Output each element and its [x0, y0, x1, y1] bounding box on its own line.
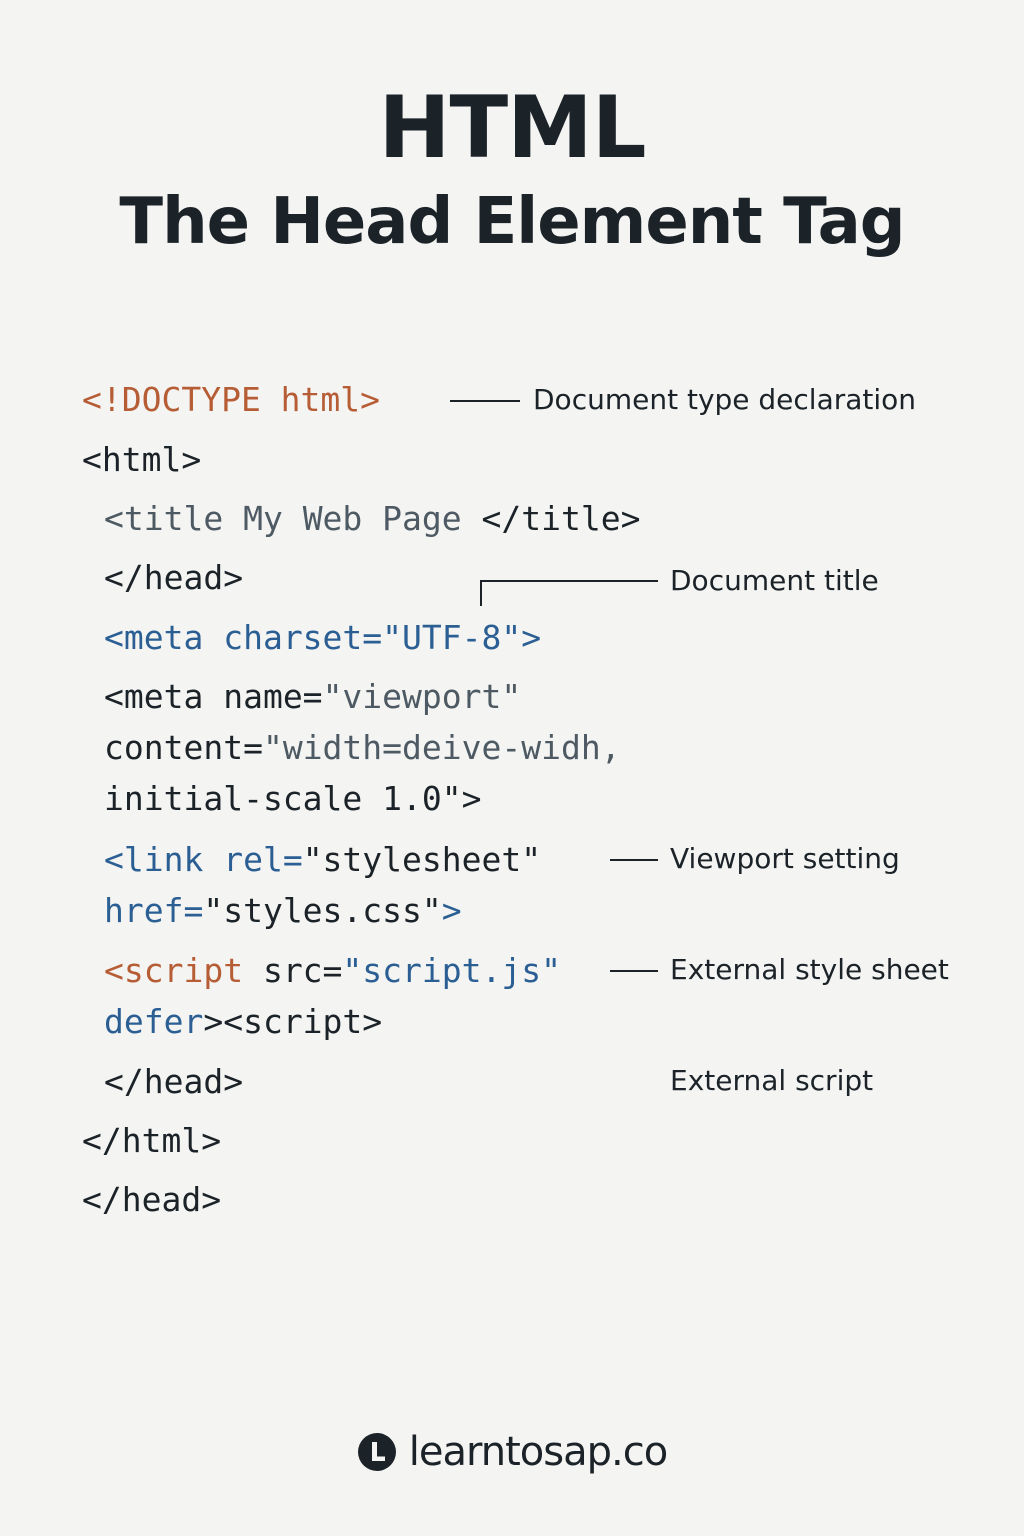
content-value-token: "width=deive-widh,: [262, 728, 621, 767]
footer: learntosap.co: [0, 1424, 1024, 1480]
name-attr-token: name=: [203, 677, 323, 716]
code-line-meta-viewport-2: content="width=deive-widh,: [104, 728, 621, 768]
code-line-head-close-3: </head>: [82, 1180, 221, 1220]
href-attr-token: href=: [104, 891, 204, 930]
content-attr-token: content=: [104, 728, 263, 767]
annotation-script: External script: [670, 1064, 874, 1097]
brand-name[interactable]: learntosap.co: [409, 1424, 668, 1480]
code-line-script-1: <script src="script.js": [104, 951, 561, 991]
code-line-meta-viewport-3: initial-scale 1.0">: [104, 779, 482, 819]
title-text-token: My Web Page: [223, 499, 482, 538]
doctype-token: <!DOCTYPE html>: [82, 380, 381, 419]
annotation-stylesheet: External style sheet: [670, 953, 949, 986]
code-line-link-1: <link rel="stylesheet": [104, 840, 541, 880]
leader-line-title-drop: [480, 580, 482, 606]
leader-line-viewport: [610, 859, 658, 861]
leader-line-stylesheet: [610, 970, 658, 972]
code-line-head-close-1: </head>: [104, 558, 243, 598]
code-line-doctype: <!DOCTYPE html>: [82, 380, 380, 420]
code-line-head-close-2: </head>: [104, 1062, 243, 1102]
meta-tag-token: <meta: [104, 677, 204, 716]
head-close-token: </head>: [104, 1062, 244, 1101]
src-attr-token: src=: [243, 951, 343, 990]
code-line-meta-charset: <meta charset="UTF-8">: [104, 618, 541, 658]
code-line-html-close: </html>: [82, 1121, 221, 1161]
rel-attr-token: rel=: [203, 840, 303, 879]
initial-scale-token: initial-scale 1.0">: [104, 779, 482, 818]
leader-line-title: [480, 580, 658, 582]
meta-tag-token: <meta: [104, 618, 204, 657]
code-line-title: <title My Web Page </title>: [104, 499, 640, 539]
title-open-token: <title: [104, 499, 224, 538]
charset-value-token: "UTF-8": [382, 618, 522, 657]
page-title: HTML: [378, 78, 646, 178]
charset-attr-token: charset=: [203, 618, 383, 657]
html-close-token: </html>: [82, 1121, 222, 1160]
name-value-token: "viewport": [322, 677, 522, 716]
title-close-token: </title>: [481, 499, 641, 538]
script-close-token: ><script>: [203, 1002, 383, 1041]
annotation-doctype: Document type declaration: [533, 383, 917, 416]
annotation-viewport: Viewport setting: [670, 842, 900, 875]
href-value-token: "styles.css": [203, 891, 442, 930]
src-value-token: "script.js": [342, 951, 561, 990]
annotation-title: Document title: [670, 564, 879, 597]
html-open-token: <html>: [82, 440, 202, 479]
link-tag-token: <link: [104, 840, 204, 879]
link-end-token: >: [441, 891, 462, 930]
head-close-token: </head>: [104, 558, 244, 597]
head-close-token: </head>: [82, 1180, 222, 1219]
learntosap-logo-icon: [357, 1433, 396, 1471]
code-line-meta-viewport-1: <meta name="viewport": [104, 677, 521, 717]
meta-end-token: >: [521, 618, 542, 657]
code-line-link-2: href="styles.css">: [104, 891, 462, 931]
leader-line-doctype: [450, 400, 520, 402]
rel-value-token: "stylesheet": [302, 840, 542, 879]
code-line-html-open: <html>: [82, 440, 201, 480]
defer-attr-token: defer: [104, 1002, 204, 1041]
code-line-script-2: defer><script>: [104, 1002, 382, 1042]
page-subtitle: The Head Element Tag: [119, 185, 905, 259]
script-tag-token: <script: [104, 951, 244, 990]
